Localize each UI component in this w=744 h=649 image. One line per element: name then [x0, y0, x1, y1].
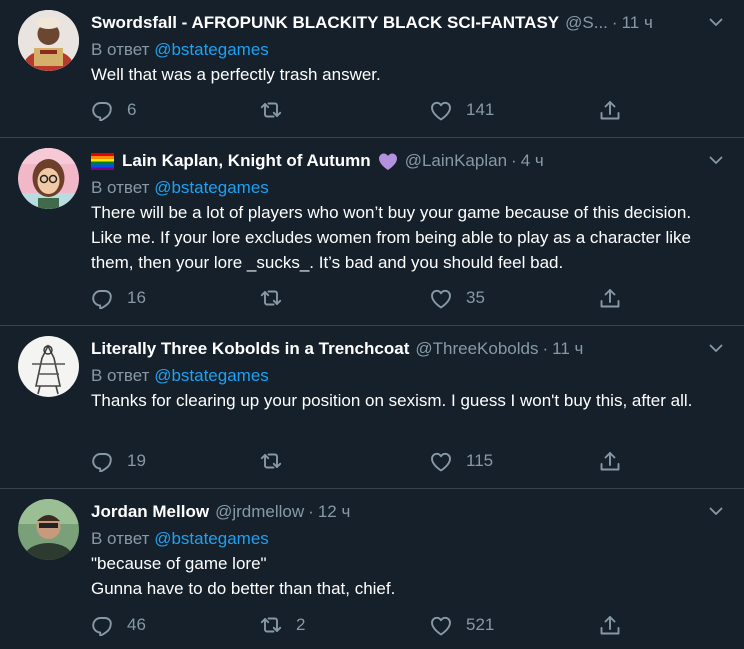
avatar[interactable] [18, 10, 79, 71]
separator-dot: · [308, 502, 314, 521]
retweet-button[interactable] [260, 99, 296, 121]
reply-prefix: В ответ [91, 178, 150, 197]
share-button[interactable] [599, 99, 635, 121]
tweet-text: "because of game lore" Gunna have to do … [91, 551, 724, 601]
separator-dot: · [542, 339, 549, 358]
reply-context: В ответ @bstategames [91, 363, 724, 388]
reply-count: 6 [127, 100, 137, 119]
tweet-actions: 6 141 [91, 99, 651, 127]
reply-button[interactable]: 16 [91, 287, 146, 309]
share-button[interactable] [599, 614, 635, 636]
share-icon [600, 616, 620, 635]
pride-flag-icon [91, 152, 114, 170]
tweet-4[interactable]: Jordan Mellow @jrdmellow · 12 ч В ответ … [0, 489, 744, 649]
avatar[interactable] [18, 148, 79, 209]
retweet-icon [260, 290, 282, 306]
tweet-2[interactable]: Lain Kaplan, Knight of Autumn @LainKapla… [0, 138, 744, 326]
heart-icon [431, 452, 451, 472]
tweet-actions: 46 2 521 [91, 614, 651, 642]
share-icon [600, 101, 620, 120]
chevron-down-icon[interactable] [708, 503, 724, 519]
tweet-3[interactable]: Literally Three Kobolds in a Trenchcoat … [0, 326, 744, 489]
heart-icon [431, 289, 451, 309]
retweet-icon [260, 617, 282, 633]
tweet-text: Well that was a perfectly trash answer. [91, 65, 381, 84]
reply-icon [92, 102, 112, 121]
timestamp[interactable]: 11 ч [622, 13, 653, 33]
tweet-text: There will be a lot of players who won’t… [91, 203, 692, 272]
reply-context: В ответ @bstategames [91, 175, 724, 200]
separator-dot: · [611, 13, 618, 32]
like-button[interactable]: 115 [430, 450, 493, 472]
reply-mention-link[interactable]: @bstategames [154, 178, 269, 197]
reply-icon [92, 290, 112, 309]
avatar[interactable] [18, 499, 79, 560]
retweet-button[interactable] [260, 287, 296, 309]
like-count: 35 [466, 288, 485, 307]
tweet-1[interactable]: Swordsfall - AFROPUNK BLACKITY BLACK SCI… [0, 0, 744, 138]
author-handle[interactable]: @ThreeKobolds [415, 339, 538, 359]
author-handle[interactable]: @jrdmellow [215, 502, 304, 522]
avatar[interactable] [18, 336, 79, 397]
retweet-icon [260, 453, 282, 469]
reply-mention-link[interactable]: @bstategames [154, 366, 269, 385]
like-count: 521 [466, 615, 495, 634]
reply-mention-link[interactable]: @bstategames [154, 40, 269, 59]
tweet-text-line: "because of game lore" [91, 554, 267, 573]
reply-icon [92, 453, 112, 472]
author-name[interactable]: Literally Three Kobolds in a Trenchcoat [91, 339, 409, 359]
reply-mention-link[interactable]: @bstategames [154, 529, 269, 548]
reply-button[interactable]: 46 [91, 614, 146, 636]
chevron-down-icon[interactable] [708, 14, 724, 30]
author-handle[interactable]: @S... [565, 13, 608, 33]
like-button[interactable]: 521 [430, 614, 494, 636]
chevron-down-icon[interactable] [708, 152, 724, 168]
reply-prefix: В ответ [91, 40, 150, 59]
author-handle[interactable]: @LainKaplan [405, 151, 507, 171]
reply-count: 46 [127, 615, 146, 634]
reply-context: В ответ @bstategames [91, 37, 724, 62]
retweet-count: 2 [296, 615, 306, 634]
timestamp[interactable]: 4 ч [521, 151, 544, 171]
like-count: 141 [466, 100, 495, 119]
retweet-button[interactable]: 2 [260, 614, 305, 636]
author-name[interactable]: Jordan Mellow [91, 502, 209, 522]
share-icon [600, 289, 620, 308]
reply-context: В ответ @bstategames [91, 526, 724, 551]
reply-button[interactable]: 19 [91, 450, 146, 472]
like-count: 115 [466, 451, 494, 470]
tweet-actions: 16 35 [91, 287, 651, 315]
share-icon [600, 452, 620, 471]
author-name[interactable]: Swordsfall - AFROPUNK BLACKITY BLACK SCI… [91, 13, 559, 33]
heart-icon [431, 616, 451, 636]
separator-dot: · [511, 151, 517, 170]
reply-prefix: В ответ [91, 366, 150, 385]
reply-button[interactable]: 6 [91, 99, 136, 121]
purple-heart-icon [378, 153, 397, 170]
like-button[interactable]: 35 [430, 287, 485, 309]
share-button[interactable] [599, 287, 635, 309]
retweet-button[interactable] [260, 450, 296, 472]
reply-count: 16 [127, 288, 146, 307]
like-button[interactable]: 141 [430, 99, 494, 121]
reply-prefix: В ответ [91, 529, 150, 548]
chevron-down-icon[interactable] [708, 340, 724, 356]
tweet-text-line: Gunna have to do better than that, chief… [91, 579, 396, 598]
retweet-icon [260, 102, 282, 118]
author-name[interactable]: Lain Kaplan, Knight of Autumn [122, 151, 371, 171]
heart-icon [431, 101, 451, 121]
timestamp[interactable]: 11 ч [552, 339, 583, 359]
reply-icon [92, 617, 112, 636]
reply-count: 19 [127, 451, 146, 470]
share-button[interactable] [599, 450, 635, 472]
tweet-actions: 19 115 [91, 450, 651, 478]
tweet-text: Thanks for clearing up your position on … [91, 391, 693, 410]
timestamp[interactable]: 12 ч [318, 502, 351, 522]
